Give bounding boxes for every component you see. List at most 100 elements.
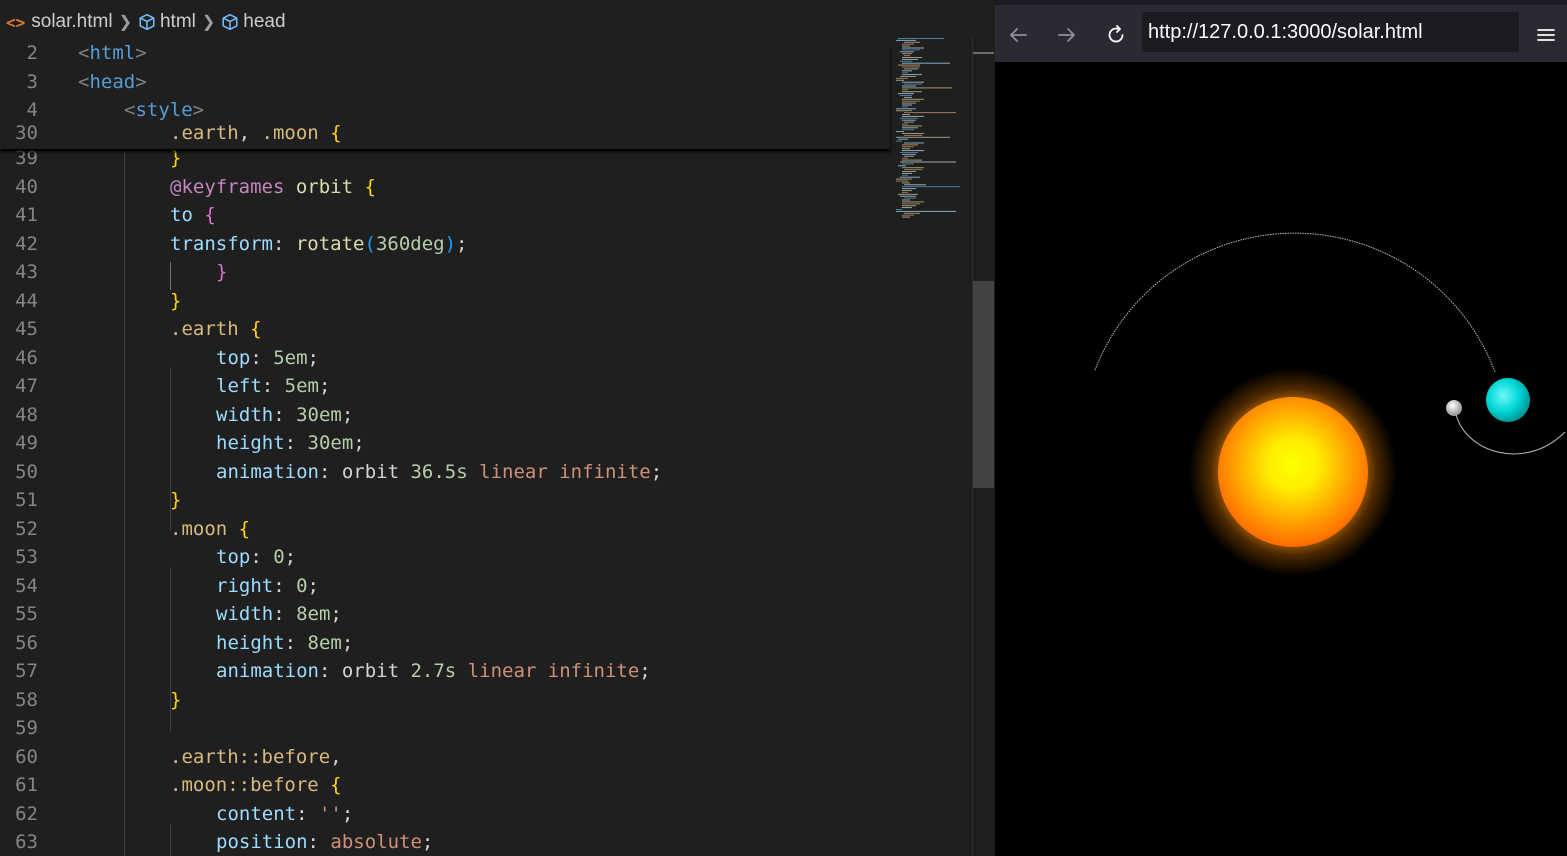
- indent-guide: [170, 567, 171, 731]
- code-line[interactable]: 51}: [0, 486, 890, 514]
- code-line[interactable]: 58}: [0, 686, 890, 714]
- code-line[interactable]: 57 animation: orbit 2.7s linear infinite;: [0, 657, 890, 685]
- minimap-line: [902, 81, 924, 83]
- minimap-line: [902, 98, 924, 100]
- code-token: {: [204, 204, 216, 226]
- minimap-line: [902, 87, 952, 89]
- code-line[interactable]: 44}: [0, 287, 890, 315]
- code-line[interactable]: 52 .moon {: [0, 515, 890, 543]
- minimap-line: [900, 176, 920, 178]
- code-text: transform: rotate(360deg);: [170, 230, 467, 258]
- forward-button[interactable]: [1049, 17, 1085, 53]
- browser-toolbar: http://127.0.0.1:3000/solar.html: [995, 0, 1567, 62]
- code-token: :: [296, 802, 319, 825]
- minimap-line: [902, 188, 916, 190]
- line-number: 53: [15, 546, 38, 568]
- code-token: 0: [273, 546, 285, 568]
- code-token: animation: [216, 660, 319, 682]
- minimap-line: [902, 144, 918, 146]
- code-line[interactable]: 62 content: '';: [0, 800, 890, 828]
- code-line[interactable]: 55 width: 8em;: [0, 600, 890, 628]
- minimap-line: [902, 214, 914, 216]
- code-line[interactable]: 45 .earth {: [0, 315, 890, 343]
- code-text: height: 30em;: [216, 429, 365, 457]
- code-line[interactable]: 61 .moon::before {: [0, 771, 890, 799]
- minimap-line: [896, 131, 904, 133]
- code-line[interactable]: 47 left: 5em;: [0, 372, 890, 400]
- code-line[interactable]: 48 width: 30em;: [0, 401, 890, 429]
- minimap-line: [902, 58, 918, 60]
- code-line[interactable]: 3 <head>: [0, 68, 890, 96]
- page-viewport[interactable]: [995, 62, 1567, 856]
- minimap-line: [898, 38, 944, 39]
- code-token: transform: [170, 232, 273, 255]
- code-token: 30em: [307, 432, 354, 454]
- minimap-line: [902, 203, 920, 205]
- code-line[interactable]: 49 height: 30em;: [0, 429, 890, 457]
- line-number: 44: [15, 289, 38, 312]
- back-button[interactable]: [1000, 17, 1036, 53]
- address-bar[interactable]: http://127.0.0.1:3000/solar.html: [1142, 12, 1519, 52]
- menu-button[interactable]: [1528, 17, 1564, 53]
- code-text: content: '';: [216, 800, 353, 828]
- minimap-line: [900, 95, 912, 96]
- code-line[interactable]: 54 right: 0;: [0, 572, 890, 600]
- code-line[interactable]: 59: [0, 714, 890, 742]
- code-line[interactable]: 63 position: absolute;: [0, 828, 890, 856]
- line-number: 59: [15, 717, 38, 739]
- arrow-left-icon: [1010, 28, 1027, 42]
- minimap-line: [902, 45, 910, 47]
- breadcrumb-head[interactable]: head: [221, 11, 286, 33]
- minimap-line: [900, 195, 916, 197]
- code-token: ;: [639, 660, 651, 682]
- code-token: {: [330, 122, 342, 144]
- code-line[interactable]: 41 to {: [0, 201, 890, 229]
- code-area[interactable]: 2 <html> 3 <head> 4 <style> 30 .earth, .moon {3…: [0, 42, 890, 856]
- breadcrumb-html[interactable]: html: [138, 11, 196, 33]
- code-token: ): [444, 232, 457, 255]
- code-token: rotate: [295, 232, 365, 255]
- minimap-line: [904, 142, 924, 144]
- code-line[interactable]: 46 top: 5em;: [0, 344, 890, 372]
- code-token: :: [273, 574, 297, 597]
- breadcrumb: <> solar.html ❯ html ❯ head: [0, 0, 994, 44]
- minimap-line: [902, 91, 922, 93]
- breadcrumb-file[interactable]: <> solar.html: [6, 11, 113, 33]
- code-text: <head>: [78, 68, 147, 96]
- line-number: 47: [15, 375, 38, 397]
- line-number: 57: [15, 660, 38, 682]
- line-number: 51: [15, 489, 38, 511]
- minimap-line: [902, 167, 924, 169]
- code-token: >: [135, 71, 147, 93]
- code-token: right: [216, 574, 274, 597]
- reload-button[interactable]: [1098, 17, 1134, 53]
- minimap-line: [900, 152, 918, 153]
- minimap[interactable]: [890, 36, 972, 856]
- code-line[interactable]: 42 transform: rotate(360deg);: [0, 230, 890, 258]
- code-token: :: [273, 403, 297, 426]
- scrollbar-thumb[interactable]: [973, 281, 994, 488]
- vertical-scrollbar[interactable]: [972, 36, 994, 856]
- code-text: .moon::before {: [170, 771, 342, 799]
- minimap-line: [896, 178, 912, 180]
- minimap-line: [902, 190, 912, 191]
- minimap-line: [896, 108, 916, 110]
- minimap-line: [902, 150, 924, 152]
- minimap-line: [902, 100, 920, 102]
- code-line[interactable]: 53 top: 0;: [0, 543, 890, 571]
- code-text: width: 8em;: [216, 600, 342, 628]
- code-editor[interactable]: <> solar.html ❯ html ❯ head 2 <html> 3 <hea…: [0, 0, 994, 856]
- code-line[interactable]: 56 height: 8em;: [0, 629, 890, 657]
- minimap-line: [904, 83, 922, 85]
- code-token: ;: [284, 546, 297, 568]
- code-line[interactable]: 2 <html>: [0, 39, 890, 67]
- code-line[interactable]: 50 animation: orbit 36.5s linear infinite…: [0, 458, 890, 486]
- code-line[interactable]: 60 .earth::before,: [0, 743, 890, 771]
- code-token: left: [216, 375, 262, 397]
- code-line[interactable]: 30 .earth, .moon {: [0, 119, 890, 147]
- line-number: 58: [15, 688, 38, 711]
- code-line[interactable]: 40 @keyframes orbit {: [0, 173, 890, 201]
- code-token: ;: [341, 403, 354, 426]
- code-line[interactable]: 43}: [0, 258, 890, 286]
- minimap-line: [902, 174, 908, 176]
